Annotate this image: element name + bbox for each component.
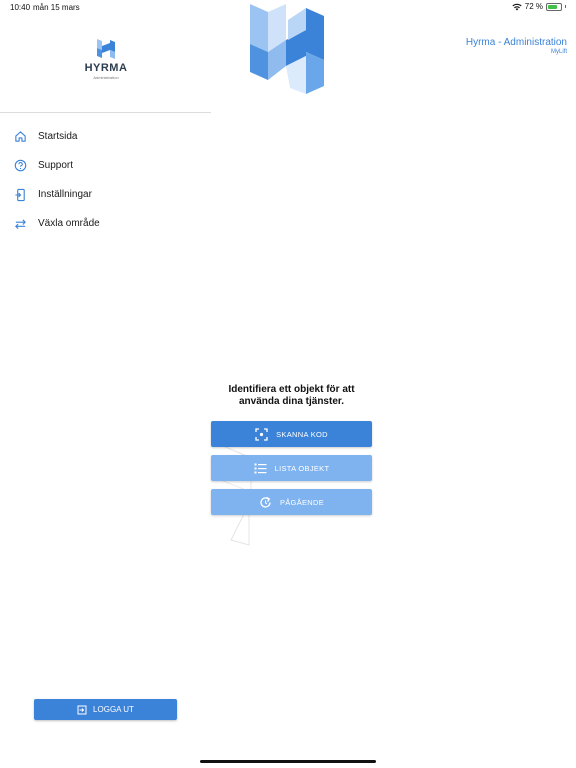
sidebar-divider xyxy=(0,112,211,113)
logout-button[interactable]: LOGGA UT xyxy=(34,699,177,720)
swap-icon xyxy=(12,216,28,232)
logo-subtext: Administration xyxy=(93,75,119,80)
sidebar-nav: Startsida Support Inställningar Växla om… xyxy=(0,122,211,238)
battery-percent: 72 % xyxy=(524,2,543,11)
scan-code-label: SKANNA KOD xyxy=(276,429,328,439)
app-title: Hyrma - Administration xyxy=(465,37,567,48)
sidebar-item-label: Support xyxy=(38,160,74,171)
identify-prompt: Identifiera ett objekt för att använda d… xyxy=(228,384,355,407)
wifi-icon xyxy=(512,3,522,10)
battery-icon xyxy=(546,2,562,11)
settings-icon xyxy=(12,187,28,203)
status-date: mån 15 mars xyxy=(33,3,80,12)
sidebar-item-startsida[interactable]: Startsida xyxy=(0,122,211,151)
logout-label: LOGGA UT xyxy=(93,705,134,714)
sidebar-item-label: Inställningar xyxy=(38,189,92,200)
list-objects-label: LISTA OBJEKT xyxy=(274,463,330,473)
scan-icon xyxy=(255,427,268,441)
sidebar-item-label: Växla område xyxy=(38,218,100,229)
refresh-icon xyxy=(260,496,271,508)
app-subtitle: MyLift xyxy=(550,49,567,55)
sidebar-logo: HYRMA Administration xyxy=(84,38,128,88)
logo-text: HYRMA xyxy=(84,62,128,74)
list-icon xyxy=(254,463,267,473)
sidebar-item-support[interactable]: Support xyxy=(0,151,211,180)
list-objects-button[interactable]: LISTA OBJEKT xyxy=(211,455,372,481)
sidebar: HYRMA Administration Startsida Support I… xyxy=(0,14,211,768)
home-icon xyxy=(12,129,28,145)
status-time: 10:40 xyxy=(10,3,31,12)
home-indicator[interactable] xyxy=(200,760,376,763)
sidebar-item-vaxla-omrade[interactable]: Växla område xyxy=(0,209,211,238)
battery-tip xyxy=(565,5,566,8)
logout-icon xyxy=(77,705,87,714)
scan-code-button[interactable]: SKANNA KOD xyxy=(211,421,372,447)
help-icon xyxy=(12,158,28,174)
hyrma-logo-large xyxy=(250,4,324,94)
sidebar-item-installningar[interactable]: Inställningar xyxy=(0,180,211,209)
ongoing-button[interactable]: PÅGÅENDE xyxy=(211,489,372,515)
hyrma-logo-icon xyxy=(97,39,115,59)
ongoing-label: PÅGÅENDE xyxy=(279,497,325,507)
status-indicators: 72 % xyxy=(512,2,566,11)
sidebar-item-label: Startsida xyxy=(38,131,78,142)
